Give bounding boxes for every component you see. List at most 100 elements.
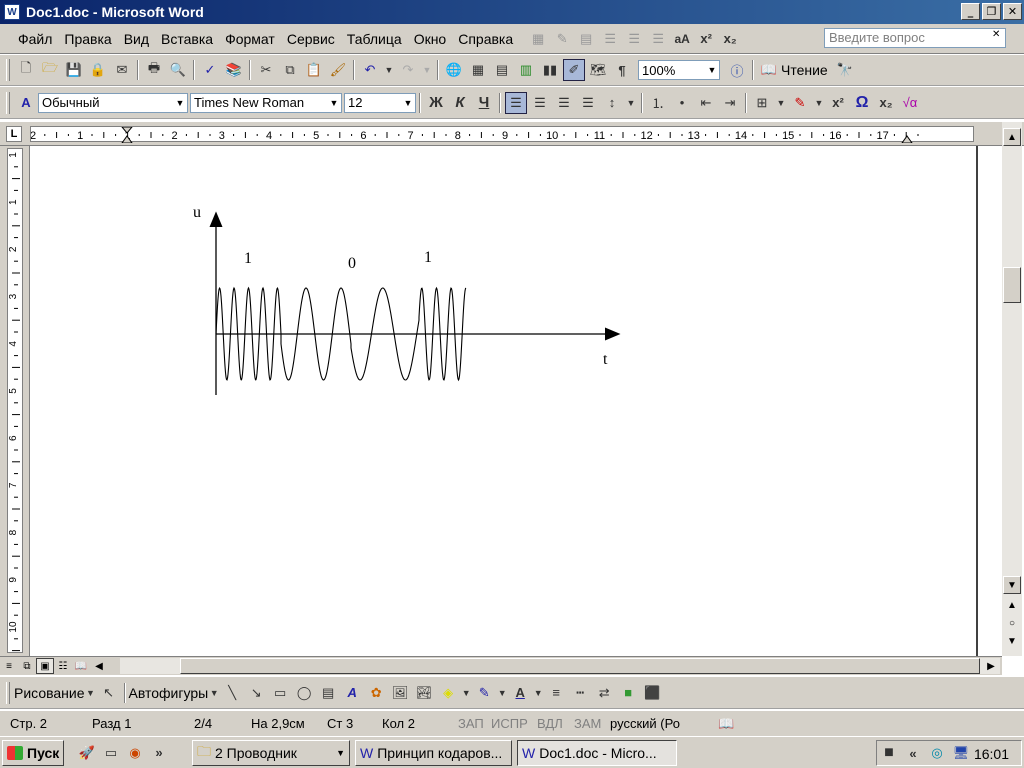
status-ext[interactable]: ВДЛ	[537, 716, 563, 731]
document-map-icon[interactable]: 🗺	[587, 59, 609, 81]
open-folder-icon[interactable]: 🗁	[39, 59, 61, 81]
normal-view-icon[interactable]: ≡	[0, 658, 18, 674]
indent-marker[interactable]	[901, 135, 913, 144]
help-icon[interactable]: ⓘ	[726, 59, 748, 81]
highlight-icon[interactable]: ✎	[789, 92, 811, 114]
tray-display-icon[interactable]: 🖥	[950, 742, 972, 764]
arrow-style-icon[interactable]: ⇄	[593, 682, 615, 704]
chevron-down-icon[interactable]: ▼	[705, 61, 719, 79]
align-center-icon[interactable]: ☰	[529, 92, 551, 114]
line-tool-icon[interactable]: ╲	[221, 682, 243, 704]
line-style-icon[interactable]: ≡	[545, 682, 567, 704]
browser-icon[interactable]: ◉	[124, 742, 146, 764]
toolbar-grip[interactable]	[6, 91, 10, 114]
subscript-icon[interactable]: x₂	[719, 28, 741, 50]
3d-style-icon[interactable]: ⬛	[641, 682, 663, 704]
reading-button[interactable]: Чтение	[781, 62, 828, 78]
find-binoculars-icon[interactable]: 🔭	[834, 59, 856, 81]
toolbar-grip[interactable]	[6, 681, 10, 704]
quicklaunch-more-icon[interactable]: »	[148, 742, 170, 764]
show-desktop-icon[interactable]: ▭	[100, 742, 122, 764]
font-size-select[interactable]: 12 ▼	[344, 92, 416, 113]
font-color-dropdown-icon[interactable]: ▼	[533, 682, 543, 704]
undo-dropdown-icon[interactable]: ▼	[383, 59, 395, 81]
hyperlink-icon[interactable]: 🌐	[443, 59, 465, 81]
superscript-icon[interactable]: x²	[695, 28, 717, 50]
quicklaunch-icon[interactable]: 🚀	[76, 742, 98, 764]
select-objects-icon[interactable]: ↖	[98, 682, 120, 704]
align-right-icon[interactable]: ☰	[553, 92, 575, 114]
horizontal-scrollbar[interactable]	[120, 658, 1000, 674]
permission-icon[interactable]: 🔒	[87, 59, 109, 81]
insert-picture-icon[interactable]: 🏞	[413, 682, 435, 704]
taskbar-explorer-button[interactable]: 🗀 2 Проводник ▼	[192, 740, 350, 766]
menu-format[interactable]: Формат	[219, 31, 281, 47]
borders-dropdown-icon[interactable]: ▼	[775, 92, 787, 114]
fill-color-dropdown-icon[interactable]: ▼	[461, 682, 471, 704]
underline-button[interactable]: Ч	[473, 92, 495, 114]
previous-page-icon[interactable]: ▲	[1003, 596, 1021, 614]
autoshapes-dropdown-icon[interactable]: ▼	[209, 682, 219, 704]
help-search-input[interactable]: Введите вопрос	[824, 28, 1006, 48]
cut-icon[interactable]: ✂	[255, 59, 277, 81]
spelling-status-icon[interactable]: 📖	[718, 716, 734, 732]
insert-excel-icon[interactable]: ▥	[515, 59, 537, 81]
scroll-right-icon[interactable]: ▶	[982, 658, 1000, 674]
draw-dropdown-icon[interactable]: ▼	[86, 682, 96, 704]
superscript-icon[interactable]: x²	[827, 92, 849, 114]
chevron-down-icon[interactable]: ▼	[173, 94, 187, 112]
justify-icon[interactable]: ☰	[577, 92, 599, 114]
subscript-icon[interactable]: x₂	[875, 92, 897, 114]
vertical-ruler[interactable]: 11234567891011	[0, 146, 30, 711]
bullets-icon[interactable]: •	[671, 92, 693, 114]
print-layout-icon[interactable]: ▣	[36, 658, 54, 674]
research-icon[interactable]: 📚	[223, 59, 245, 81]
horizontal-ruler[interactable]: L 211234567891011121314151617	[0, 122, 1024, 146]
menu-window[interactable]: Окно	[408, 31, 453, 47]
tab-selector[interactable]: L	[6, 126, 22, 142]
menu-insert[interactable]: Вставка	[155, 31, 219, 47]
omega-symbol-icon[interactable]: Ω	[851, 92, 873, 114]
print-icon[interactable]: 🖶	[143, 59, 165, 81]
diagram-icon[interactable]: ✿	[365, 682, 387, 704]
table-grid-icon[interactable]: ▦	[527, 28, 549, 50]
increase-indent-icon[interactable]: ⇥	[719, 92, 741, 114]
format-painter-icon[interactable]: 🖌	[327, 59, 349, 81]
reading-icon[interactable]: 📖	[758, 59, 780, 81]
menu-view[interactable]: Вид	[118, 31, 155, 47]
menu-edit[interactable]: Правка	[58, 31, 117, 47]
undo-icon[interactable]: ↶	[359, 59, 381, 81]
line-spacing-dropdown-icon[interactable]: ▼	[625, 92, 637, 114]
draw-menu-button[interactable]: Рисование	[14, 685, 85, 701]
fill-color-icon[interactable]: ◈	[437, 682, 459, 704]
italic-button[interactable]: К	[449, 92, 471, 114]
highlight-dropdown-icon[interactable]: ▼	[813, 92, 825, 114]
font-color-icon[interactable]: A	[509, 682, 531, 704]
minimize-button[interactable]: _	[961, 3, 980, 20]
taskbar-document-button[interactable]: W Принцип кодаров...	[355, 740, 512, 766]
word-doc-icon[interactable]: W	[4, 4, 20, 20]
change-case-icon[interactable]: aA	[671, 28, 693, 50]
oval-tool-icon[interactable]: ◯	[293, 682, 315, 704]
web-view-icon[interactable]: ⧉	[18, 658, 36, 674]
align-left-icon[interactable]: ☰	[505, 91, 527, 114]
autoshapes-menu-button[interactable]: Автофигуры	[129, 685, 209, 701]
vertical-scrollbar[interactable]: ▲ ▼ ▲ ○ ▼	[1002, 122, 1022, 656]
tray-network-icon[interactable]: ◎	[926, 742, 948, 764]
chevron-down-icon[interactable]: ▼	[401, 94, 415, 112]
scroll-left-icon[interactable]: ◀	[90, 658, 108, 674]
status-ovr[interactable]: ЗАМ	[574, 716, 601, 731]
status-rec[interactable]: ЗАП	[458, 716, 484, 731]
reading-layout-icon[interactable]: 📖	[72, 658, 90, 674]
arrow-tool-icon[interactable]: ↘	[245, 682, 267, 704]
line-color-dropdown-icon[interactable]: ▼	[497, 682, 507, 704]
copy-icon[interactable]: ⧉	[279, 59, 301, 81]
textbox-tool-icon[interactable]: ▤	[317, 682, 339, 704]
numbering-icon[interactable]: ⒈	[647, 92, 669, 114]
print-preview-icon[interactable]: 🔍	[167, 59, 189, 81]
menu-tools[interactable]: Сервис	[281, 31, 341, 47]
insert-table-icon[interactable]: ▤	[491, 59, 513, 81]
dash-style-icon[interactable]: ┅	[569, 682, 591, 704]
new-document-icon[interactable]: 🗋	[15, 59, 37, 81]
document-page[interactable]: u t 1 0 1	[30, 146, 978, 656]
